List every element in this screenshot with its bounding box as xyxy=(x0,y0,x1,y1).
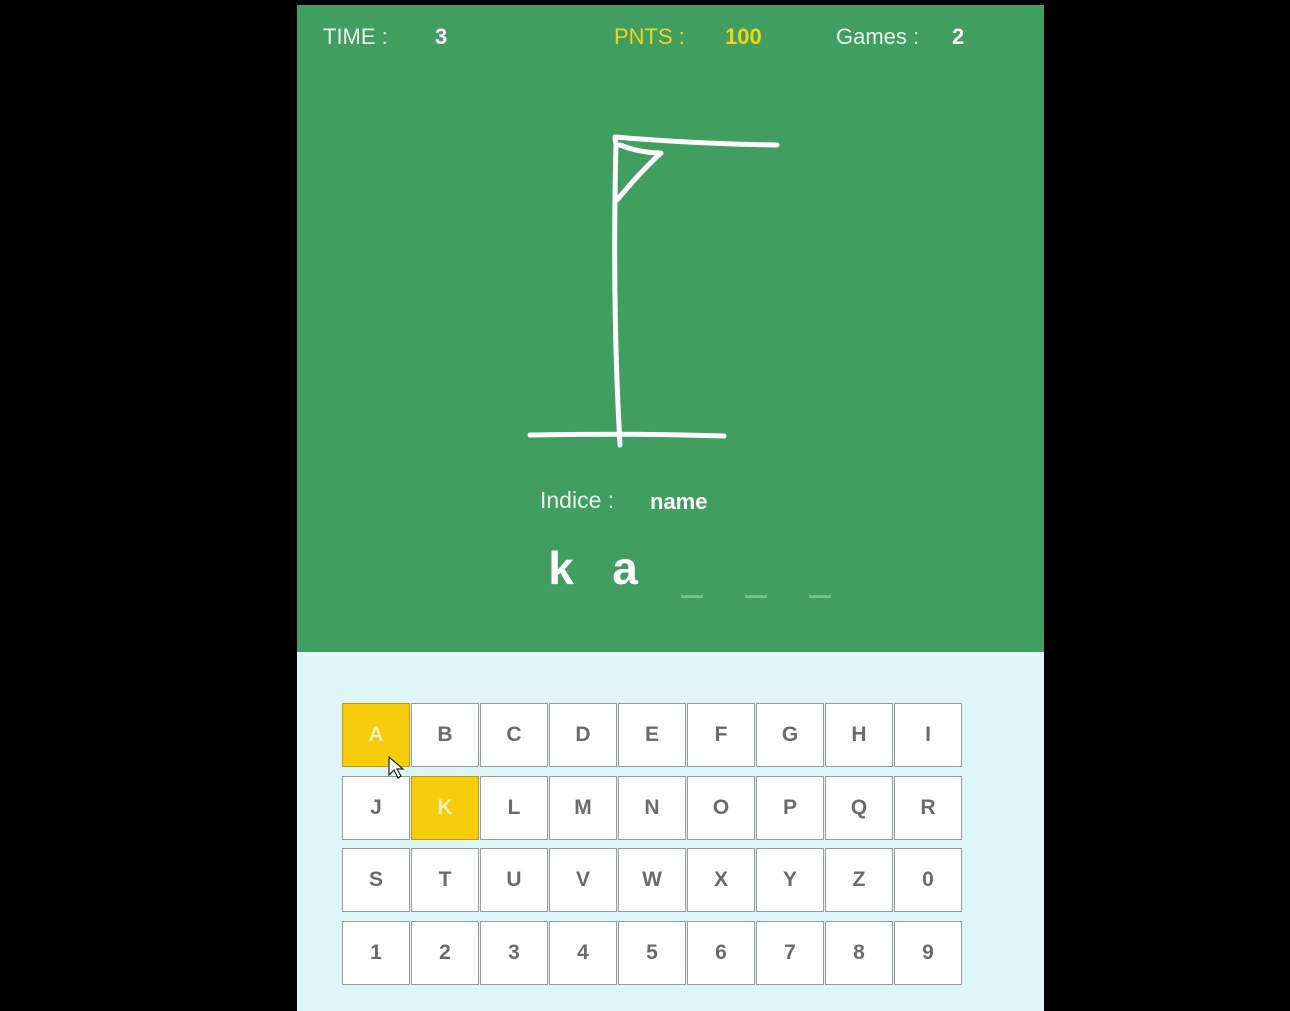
key-w[interactable]: W xyxy=(618,848,686,912)
gallows-brace xyxy=(614,142,664,203)
key-x[interactable]: X xyxy=(687,848,755,912)
revealed-letter: a xyxy=(612,542,638,594)
key-r[interactable]: R xyxy=(894,775,962,840)
key-y[interactable]: Y xyxy=(756,848,824,912)
gallows-base xyxy=(527,431,727,439)
key-o[interactable]: O xyxy=(687,775,755,840)
keyboard-area: ABCDEFGHIJKLMNOPQRSTUVWXYZ0123456789 xyxy=(297,652,1044,1011)
letter-keyboard: ABCDEFGHIJKLMNOPQRSTUVWXYZ0123456789 xyxy=(342,703,963,993)
key-4[interactable]: 4 xyxy=(549,920,617,985)
key-1[interactable]: 1 xyxy=(342,920,410,985)
key-k[interactable]: K xyxy=(411,775,479,840)
blank-letter-slot xyxy=(785,540,849,600)
blank-letter-slot xyxy=(721,540,785,600)
key-f[interactable]: F xyxy=(687,703,755,767)
key-d[interactable]: D xyxy=(549,703,617,767)
key-e[interactable]: E xyxy=(618,703,686,767)
key-6[interactable]: 6 xyxy=(687,920,755,985)
key-j[interactable]: J xyxy=(342,775,410,840)
key-8[interactable]: 8 xyxy=(825,920,893,985)
key-u[interactable]: U xyxy=(480,848,548,912)
key-c[interactable]: C xyxy=(480,703,548,767)
gallows-pole xyxy=(612,135,623,448)
hangman-game: TIME : 3 PNTS : 100 Games : 2 Indice : n… xyxy=(297,5,1044,1011)
key-0[interactable]: 0 xyxy=(894,848,962,912)
key-t[interactable]: T xyxy=(411,848,479,912)
word-display: ka xyxy=(529,530,849,600)
key-s[interactable]: S xyxy=(342,848,410,912)
key-3[interactable]: 3 xyxy=(480,920,548,985)
key-b[interactable]: B xyxy=(411,703,479,767)
hangman-gallows-drawing xyxy=(527,134,780,448)
key-q[interactable]: Q xyxy=(825,775,893,840)
key-m[interactable]: M xyxy=(549,775,617,840)
blank-letter-slot xyxy=(657,540,721,600)
game-stage: TIME : 3 PNTS : 100 Games : 2 Indice : n… xyxy=(297,5,1044,652)
key-p[interactable]: P xyxy=(756,775,824,840)
hint-value: name xyxy=(650,489,708,514)
key-g[interactable]: G xyxy=(756,703,824,767)
mouse-pointer-icon xyxy=(388,755,405,779)
gallows-beam xyxy=(612,134,780,148)
key-n[interactable]: N xyxy=(618,775,686,840)
key-2[interactable]: 2 xyxy=(411,920,479,985)
key-9[interactable]: 9 xyxy=(894,920,962,985)
revealed-letter: k xyxy=(548,542,574,594)
key-5[interactable]: 5 xyxy=(618,920,686,985)
key-7[interactable]: 7 xyxy=(756,920,824,985)
key-h[interactable]: H xyxy=(825,703,893,767)
key-z[interactable]: Z xyxy=(825,848,893,912)
key-l[interactable]: L xyxy=(480,775,548,840)
key-v[interactable]: V xyxy=(549,848,617,912)
hint-label: Indice : xyxy=(540,487,615,513)
key-i[interactable]: I xyxy=(894,703,962,767)
